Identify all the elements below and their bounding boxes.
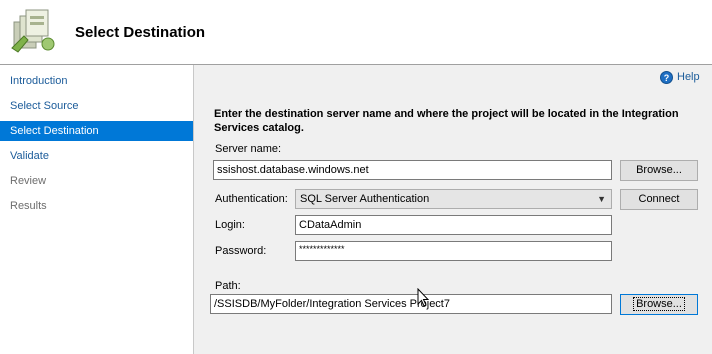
path-browse-label: Browse...	[633, 297, 685, 311]
nav-item-select-source[interactable]: Select Source	[0, 96, 193, 116]
nav-item-validate[interactable]: Validate	[0, 146, 193, 166]
authentication-value: SQL Server Authentication	[300, 193, 430, 205]
connect-button[interactable]: Connect	[620, 189, 698, 210]
password-mask: *************	[299, 244, 345, 254]
password-label: Password:	[215, 245, 267, 257]
nav-item-introduction[interactable]: Introduction	[0, 71, 193, 91]
chevron-down-icon: ▼	[597, 194, 606, 204]
wizard-page-icon	[11, 9, 55, 53]
page-title: Select Destination	[75, 24, 206, 41]
nav-item-review: Review	[10, 175, 47, 187]
nav-item-select-destination[interactable]: Select Destination	[0, 121, 193, 141]
wizard-header: Select Destination	[0, 0, 712, 65]
path-browse-button[interactable]: Browse...	[620, 294, 698, 315]
login-label: Login:	[215, 219, 245, 231]
instructions-text: Enter the destination server name and wh…	[214, 108, 679, 134]
help-link[interactable]: ? Help	[660, 69, 700, 85]
authentication-label: Authentication:	[215, 193, 288, 205]
server-browse-button[interactable]: Browse...	[620, 160, 698, 181]
server-name-label: Server name:	[215, 143, 282, 155]
mouse-pointer-icon	[417, 288, 429, 307]
authentication-select[interactable]: SQL Server Authentication ▼	[295, 189, 612, 209]
password-input[interactable]: *************	[295, 241, 612, 261]
server-name-input[interactable]: ssishost.database.windows.net	[213, 160, 612, 180]
path-label: Path:	[215, 280, 241, 292]
connect-label: Connect	[638, 193, 680, 205]
nav-item-results: Results	[10, 200, 47, 212]
server-browse-label: Browse...	[636, 164, 682, 176]
wizard-nav: Introduction Select Source Select Destin…	[0, 65, 194, 354]
help-icon: ?	[660, 70, 673, 84]
help-label: Help	[677, 71, 700, 83]
login-input[interactable]: CDataAdmin	[295, 215, 612, 235]
path-input[interactable]: /SSISDB/MyFolder/Integration Services Pr…	[210, 294, 612, 314]
